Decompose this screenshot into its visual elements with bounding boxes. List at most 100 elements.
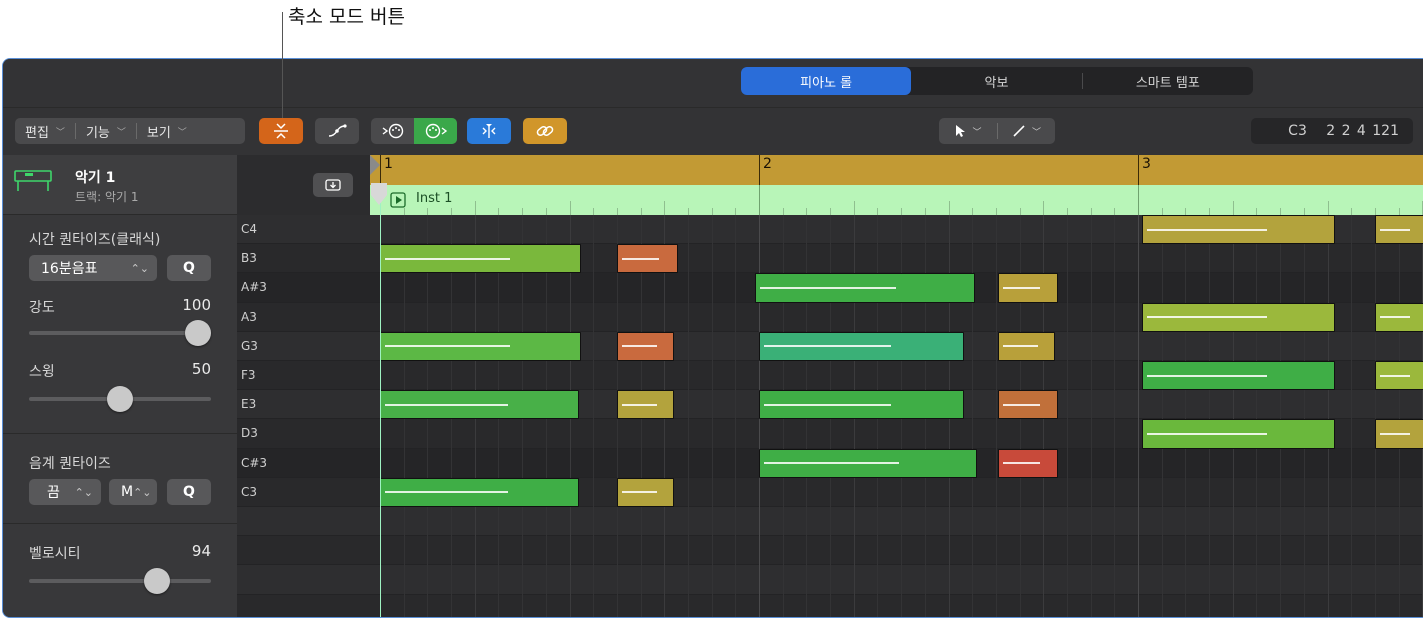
note-velocity-line (621, 345, 658, 348)
region-header[interactable]: Inst 1 (370, 185, 1423, 215)
midi-note[interactable] (616, 477, 674, 507)
pointer-tool-icon (956, 125, 966, 137)
local-inspector: 악기 1 트랙: 악기 1 시간 퀀타이즈(클래식) 16분음표 ⌃⌄ Q 강도… (3, 155, 237, 617)
grid-line (1256, 215, 1258, 617)
midi-note[interactable] (1374, 361, 1423, 391)
midi-note[interactable] (755, 273, 976, 303)
region-tick (593, 208, 595, 215)
time-quantize-select[interactable]: 16분음표 ⌃⌄ (29, 255, 157, 281)
tab-piano-roll[interactable]: 피아노 롤 (741, 67, 912, 95)
region-tick (877, 208, 879, 215)
note-velocity-line (1002, 462, 1041, 465)
tab-smart-tempo[interactable]: 스마트 템포 (1083, 67, 1253, 95)
midi-note[interactable] (759, 390, 964, 420)
up-down-chevron-icon: ⌃⌄ (133, 485, 152, 499)
link-button[interactable] (523, 118, 567, 144)
strength-slider-track[interactable] (29, 331, 211, 335)
region-tick (1327, 201, 1329, 215)
note-area[interactable] (370, 215, 1423, 617)
midi-note[interactable] (380, 477, 579, 507)
grid-line (1114, 215, 1116, 617)
region-tick (711, 208, 713, 215)
edit-menu[interactable]: 편집 ﹀ (15, 118, 75, 144)
grid-line (1090, 215, 1092, 617)
note-velocity-line (1146, 432, 1267, 435)
region-tick (569, 201, 571, 215)
strength-slider-knob[interactable] (185, 320, 211, 346)
left-click-tool-menu[interactable]: ﹀ (939, 118, 997, 144)
up-down-chevron-icon: ⌃⌄ (74, 485, 93, 499)
key-row-stripe (237, 361, 370, 391)
grid-line (1374, 215, 1376, 617)
scale-type-value: M (121, 484, 134, 500)
midi-note[interactable] (616, 390, 674, 420)
grid-line (687, 215, 689, 617)
midi-note[interactable] (616, 244, 678, 274)
midi-note[interactable] (997, 390, 1059, 420)
scale-type-select[interactable]: M ⌃⌄ (109, 479, 157, 505)
track-subtitle: 트랙: 악기 1 (75, 190, 139, 204)
chevron-down-icon: ﹀ (55, 127, 65, 138)
midi-in-button[interactable] (371, 118, 414, 144)
tab-label: 악보 (984, 75, 1009, 91)
key-row-stripe (237, 565, 370, 595)
grid-line (1209, 215, 1211, 617)
midi-note[interactable] (380, 390, 579, 420)
key-label: A3 (241, 309, 257, 324)
midi-note[interactable] (997, 273, 1059, 303)
callout-leader-line (282, 12, 283, 118)
midi-note[interactable] (1374, 302, 1423, 332)
note-velocity-line (1146, 374, 1267, 377)
automation-button[interactable] (315, 118, 359, 144)
midi-note[interactable] (380, 244, 581, 274)
section-divider (3, 523, 237, 524)
midi-note[interactable] (1374, 419, 1423, 449)
velocity-slider-knob[interactable] (144, 568, 171, 594)
midi-note[interactable] (997, 331, 1055, 361)
region-tick (1209, 208, 1211, 215)
midi-note[interactable] (1141, 215, 1336, 245)
scale-quantize-q-button[interactable]: Q (167, 479, 211, 505)
tab-score[interactable]: 악보 (911, 67, 1081, 95)
piano-key-column: C4 B3 A#3 A3 G3 F3 E3 D3 C#3 C3 (237, 215, 370, 617)
catch-playhead-icon (482, 124, 496, 138)
region-tick (1138, 185, 1139, 215)
midi-note[interactable] (759, 448, 977, 478)
midi-note[interactable] (1374, 215, 1423, 245)
midi-note[interactable] (1141, 361, 1336, 391)
view-menu[interactable]: 보기 ﹀ (137, 118, 197, 144)
toolbar: 편집 ﹀ 기능 ﹀ 보기 ﹀ ﹀ ﹀ C3 2 2 4 121 (3, 107, 1423, 155)
key-label: F3 (241, 368, 256, 382)
note-velocity-line (1379, 316, 1411, 319)
command-click-tool-menu[interactable]: ﹀ (998, 118, 1055, 144)
region-inspector-button[interactable] (313, 173, 353, 197)
region-tick (806, 208, 808, 215)
catch-playhead-button[interactable] (467, 118, 511, 144)
callout-label: 축소 모드 버튼 (288, 6, 405, 28)
velocity-slider-track[interactable] (29, 579, 211, 583)
bar-ruler[interactable]: 1 2 3 (370, 155, 1423, 185)
bar-marker (1138, 155, 1139, 185)
playhead-handle-icon[interactable] (369, 181, 389, 207)
note-velocity-line (1002, 286, 1041, 289)
note-velocity-line (1379, 374, 1411, 377)
midi-note[interactable] (380, 331, 581, 361)
bar-number: 2 (763, 156, 772, 172)
midi-note[interactable] (616, 331, 674, 361)
midi-note[interactable] (997, 448, 1059, 478)
midi-note[interactable] (1141, 419, 1336, 449)
scale-root-select[interactable]: 끔 ⌃⌄ (29, 479, 101, 505)
midi-note[interactable] (759, 331, 964, 361)
link-icon (536, 125, 554, 137)
time-quantize-q-button[interactable]: Q (167, 255, 211, 281)
note-velocity-line (1146, 228, 1267, 231)
key-row-stripe (370, 507, 1423, 537)
swing-slider-knob[interactable] (107, 386, 133, 412)
chevron-down-icon: ﹀ (1031, 127, 1041, 138)
bar-number: 1 (384, 156, 393, 172)
midi-note[interactable] (1141, 302, 1336, 332)
functions-menu[interactable]: 기능 ﹀ (76, 118, 136, 144)
piano-icon (14, 170, 52, 191)
collapse-mode-button[interactable] (259, 118, 303, 144)
midi-out-button[interactable] (414, 118, 457, 144)
